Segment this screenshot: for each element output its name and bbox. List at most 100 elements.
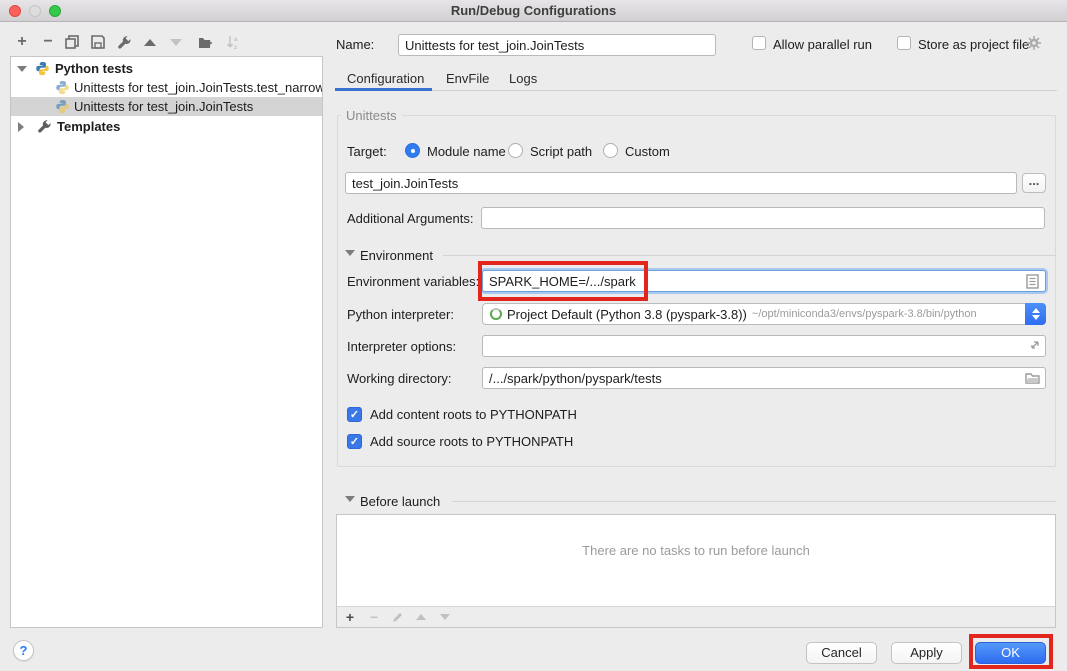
- add-content-roots-label: Add content roots to PYTHONPATH: [370, 407, 577, 422]
- edit-task-button[interactable]: [388, 608, 406, 626]
- python-icon: [35, 61, 50, 76]
- tree-item-label: Python tests: [55, 59, 133, 78]
- python-test-icon: [55, 80, 70, 95]
- expand-field-icon[interactable]: [1028, 339, 1041, 352]
- name-label: Name:: [336, 37, 374, 52]
- target-module-name-radio[interactable]: [405, 143, 420, 158]
- arrow-up-icon: [144, 39, 156, 46]
- remove-configuration-button[interactable]: −: [39, 33, 57, 51]
- tree-item-unittests-test-narrow[interactable]: Unittests for test_join.JoinTests.test_n…: [11, 78, 322, 97]
- edit-templates-button[interactable]: [115, 33, 133, 51]
- target-module-input[interactable]: [345, 172, 1017, 194]
- window-title: Run/Debug Configurations: [0, 0, 1067, 22]
- target-custom-label[interactable]: Custom: [625, 144, 670, 159]
- python-interpreter-select[interactable]: Project Default (Python 3.8 (pyspark-3.8…: [482, 303, 1046, 325]
- target-custom-radio[interactable]: [603, 143, 618, 158]
- tab-envfile[interactable]: EnvFile: [446, 71, 489, 86]
- save-icon: [91, 35, 105, 49]
- allow-parallel-run-checkbox[interactable]: [752, 36, 766, 50]
- ok-button[interactable]: OK: [975, 642, 1046, 664]
- tree-item-label: Unittests for test_join.JoinTests: [74, 97, 253, 116]
- gear-icon[interactable]: [1026, 35, 1042, 51]
- tree-item-unittests-jointests-selected[interactable]: Unittests for test_join.JoinTests: [11, 97, 322, 116]
- tree-item-label: Templates: [57, 117, 120, 136]
- tabs-divider: [335, 90, 1057, 91]
- configurations-tree: [10, 56, 323, 628]
- interpreter-dropdown-button[interactable]: [1025, 303, 1046, 325]
- python-interpreter-path: ~/opt/miniconda3/envs/pyspark-3.8/bin/py…: [752, 308, 977, 320]
- environment-section-title[interactable]: Environment: [360, 248, 433, 263]
- name-input[interactable]: [398, 34, 716, 56]
- env-vars-editor-icon[interactable]: [1026, 274, 1039, 289]
- pencil-icon: [391, 611, 404, 624]
- move-task-down-button[interactable]: [436, 608, 454, 626]
- no-tasks-message: There are no tasks to run before launch: [337, 543, 1055, 558]
- cancel-button[interactable]: Cancel: [806, 642, 877, 664]
- add-configuration-button[interactable]: +: [13, 33, 31, 51]
- arrow-down-icon: [440, 614, 450, 620]
- environment-section-divider: [443, 255, 1056, 256]
- add-task-button[interactable]: +: [341, 608, 359, 626]
- target-script-path-radio[interactable]: [508, 143, 523, 158]
- copy-configuration-button[interactable]: [63, 33, 81, 51]
- move-task-up-button[interactable]: [412, 608, 430, 626]
- svg-text:z: z: [234, 45, 237, 50]
- apply-button[interactable]: Apply: [891, 642, 962, 664]
- environment-collapse-icon[interactable]: [345, 250, 355, 256]
- active-tab-underline: [335, 88, 432, 91]
- working-directory-label: Working directory:: [347, 371, 452, 386]
- chevron-up-icon: [1032, 308, 1040, 313]
- python-interpreter-value: Project Default (Python 3.8 (pyspark-3.8…: [507, 307, 747, 322]
- conda-env-icon: [490, 308, 502, 320]
- before-launch-collapse-icon[interactable]: [345, 496, 355, 502]
- allow-parallel-run-label: Allow parallel run: [773, 37, 872, 52]
- wrench-icon: [37, 119, 52, 134]
- before-launch-section-title[interactable]: Before launch: [360, 494, 440, 509]
- arrow-down-icon: [170, 39, 182, 46]
- additional-arguments-label: Additional Arguments:: [347, 211, 473, 226]
- sort-configurations-button[interactable]: a z: [224, 33, 242, 51]
- target-label: Target:: [347, 144, 387, 159]
- store-as-project-file-checkbox[interactable]: [897, 36, 911, 50]
- target-module-name-label[interactable]: Module name: [427, 144, 506, 159]
- target-script-path-label[interactable]: Script path: [530, 144, 592, 159]
- store-as-project-file-label: Store as project file: [918, 37, 1029, 52]
- browse-module-button[interactable]: ...: [1022, 173, 1046, 193]
- interpreter-options-input[interactable]: [482, 335, 1046, 357]
- additional-arguments-input[interactable]: [481, 207, 1045, 229]
- copy-icon: [65, 35, 79, 49]
- tab-configuration[interactable]: Configuration: [347, 71, 424, 86]
- title-bar: Run/Debug Configurations: [0, 0, 1067, 22]
- browse-folder-icon[interactable]: [1025, 372, 1041, 384]
- create-folder-button[interactable]: [196, 33, 214, 51]
- working-directory-input[interactable]: [482, 367, 1046, 389]
- svg-text:a: a: [234, 37, 238, 43]
- tab-logs[interactable]: Logs: [509, 71, 537, 86]
- tree-item-label: Unittests for test_join.JoinTests.test_n…: [74, 78, 322, 97]
- wrench-icon: [117, 35, 132, 50]
- python-interpreter-label: Python interpreter:: [347, 307, 454, 322]
- environment-variables-label: Environment variables:: [347, 274, 479, 289]
- environment-variables-input[interactable]: [482, 270, 1046, 292]
- new-folder-icon: [198, 36, 213, 49]
- tree-item-python-tests[interactable]: Python tests: [11, 59, 322, 78]
- python-test-icon: [55, 99, 70, 114]
- chevron-right-icon[interactable]: [18, 122, 24, 132]
- add-content-roots-checkbox[interactable]: ✓: [347, 407, 362, 422]
- unittests-group-title: Unittests: [341, 108, 402, 123]
- tree-item-templates[interactable]: Templates: [11, 117, 322, 136]
- arrow-up-icon: [416, 614, 426, 620]
- interpreter-options-label: Interpreter options:: [347, 339, 456, 354]
- help-button[interactable]: ?: [13, 640, 34, 661]
- remove-task-button[interactable]: −: [365, 608, 383, 626]
- move-up-button[interactable]: [141, 33, 159, 51]
- sort-az-icon: a z: [226, 35, 241, 50]
- tasks-toolbar: + −: [337, 606, 1055, 627]
- chevron-down-icon: [1032, 315, 1040, 320]
- save-configuration-button[interactable]: [89, 33, 107, 51]
- before-launch-tasks-panel: There are no tasks to run before launch …: [336, 514, 1056, 628]
- add-source-roots-checkbox[interactable]: ✓: [347, 434, 362, 449]
- move-down-button[interactable]: [167, 33, 185, 51]
- chevron-down-icon[interactable]: [17, 66, 27, 72]
- add-source-roots-label: Add source roots to PYTHONPATH: [370, 434, 573, 449]
